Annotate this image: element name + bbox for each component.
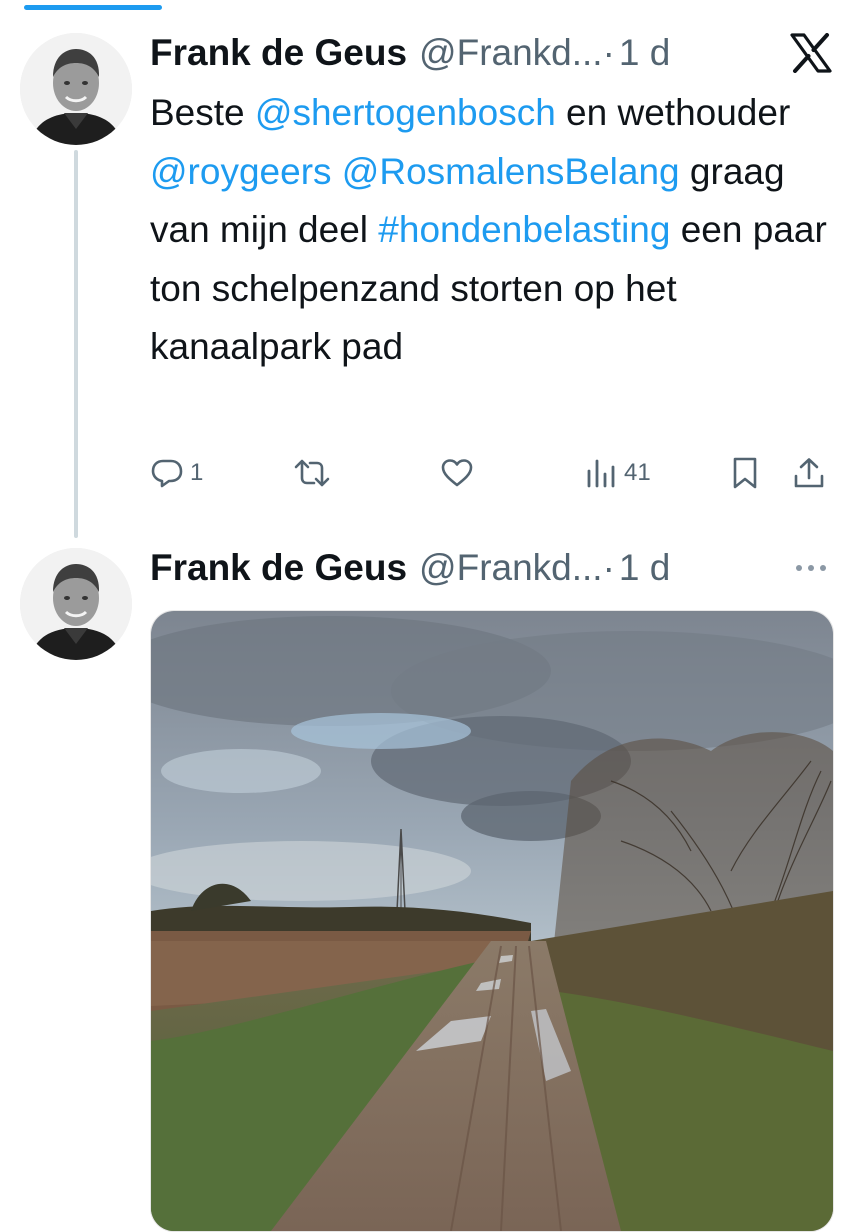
timestamp[interactable]: 1 d	[619, 28, 670, 78]
bookmark-button[interactable]	[728, 450, 762, 496]
author-handle[interactable]: @Frankd...	[419, 28, 603, 78]
views-button[interactable]: 41	[584, 450, 651, 496]
avatar[interactable]	[20, 33, 132, 145]
hashtag-link[interactable]: #hondenbelasting	[378, 209, 670, 250]
tweet-photo[interactable]	[150, 610, 834, 1232]
separator-dot: ·	[602, 32, 615, 73]
tweet-text-segment: en wethouder	[555, 92, 791, 133]
tweet-header: Frank de Geus @Frankd... · 1 d	[150, 543, 670, 593]
bookmark-icon	[733, 457, 757, 489]
muddy-path-photo	[151, 611, 833, 1231]
author-name[interactable]: Frank de Geus	[150, 28, 407, 78]
share-icon	[794, 458, 824, 488]
author-name[interactable]: Frank de Geus	[150, 543, 407, 593]
like-button[interactable]	[440, 450, 480, 496]
tweet-text: Beste @shertogenbosch en wethouder @royg…	[150, 84, 830, 377]
reply-button[interactable]: 1	[150, 450, 203, 496]
thread-connector-line	[74, 150, 78, 538]
tweet-header: Frank de Geus @Frankd... · 1 d	[150, 28, 670, 78]
views-icon	[587, 459, 615, 488]
mention-link[interactable]: @roygeers	[150, 151, 332, 192]
x-logo-icon[interactable]	[790, 33, 832, 73]
author-handle[interactable]: @Frankd...	[419, 543, 603, 593]
more-dots-icon[interactable]	[790, 556, 832, 580]
active-tab-indicator	[24, 5, 162, 10]
mention-link[interactable]: @RosmalensBelang	[342, 151, 680, 192]
tweet-actions-bar: 1 41	[150, 450, 840, 496]
separator-dot: ·	[602, 547, 615, 588]
share-button[interactable]	[792, 450, 826, 496]
reply-count: 1	[190, 459, 204, 486]
timestamp[interactable]: 1 d	[619, 543, 670, 593]
repost-button[interactable]	[292, 450, 338, 496]
tweet-text-segment: Beste	[150, 92, 255, 133]
tweet-text-segment	[332, 151, 342, 192]
views-count: 41	[624, 459, 651, 486]
mention-link[interactable]: @shertogenbosch	[255, 92, 556, 133]
avatar[interactable]	[20, 548, 132, 660]
repost-icon	[294, 459, 330, 487]
reply-icon	[151, 459, 183, 488]
heart-icon	[441, 459, 473, 487]
